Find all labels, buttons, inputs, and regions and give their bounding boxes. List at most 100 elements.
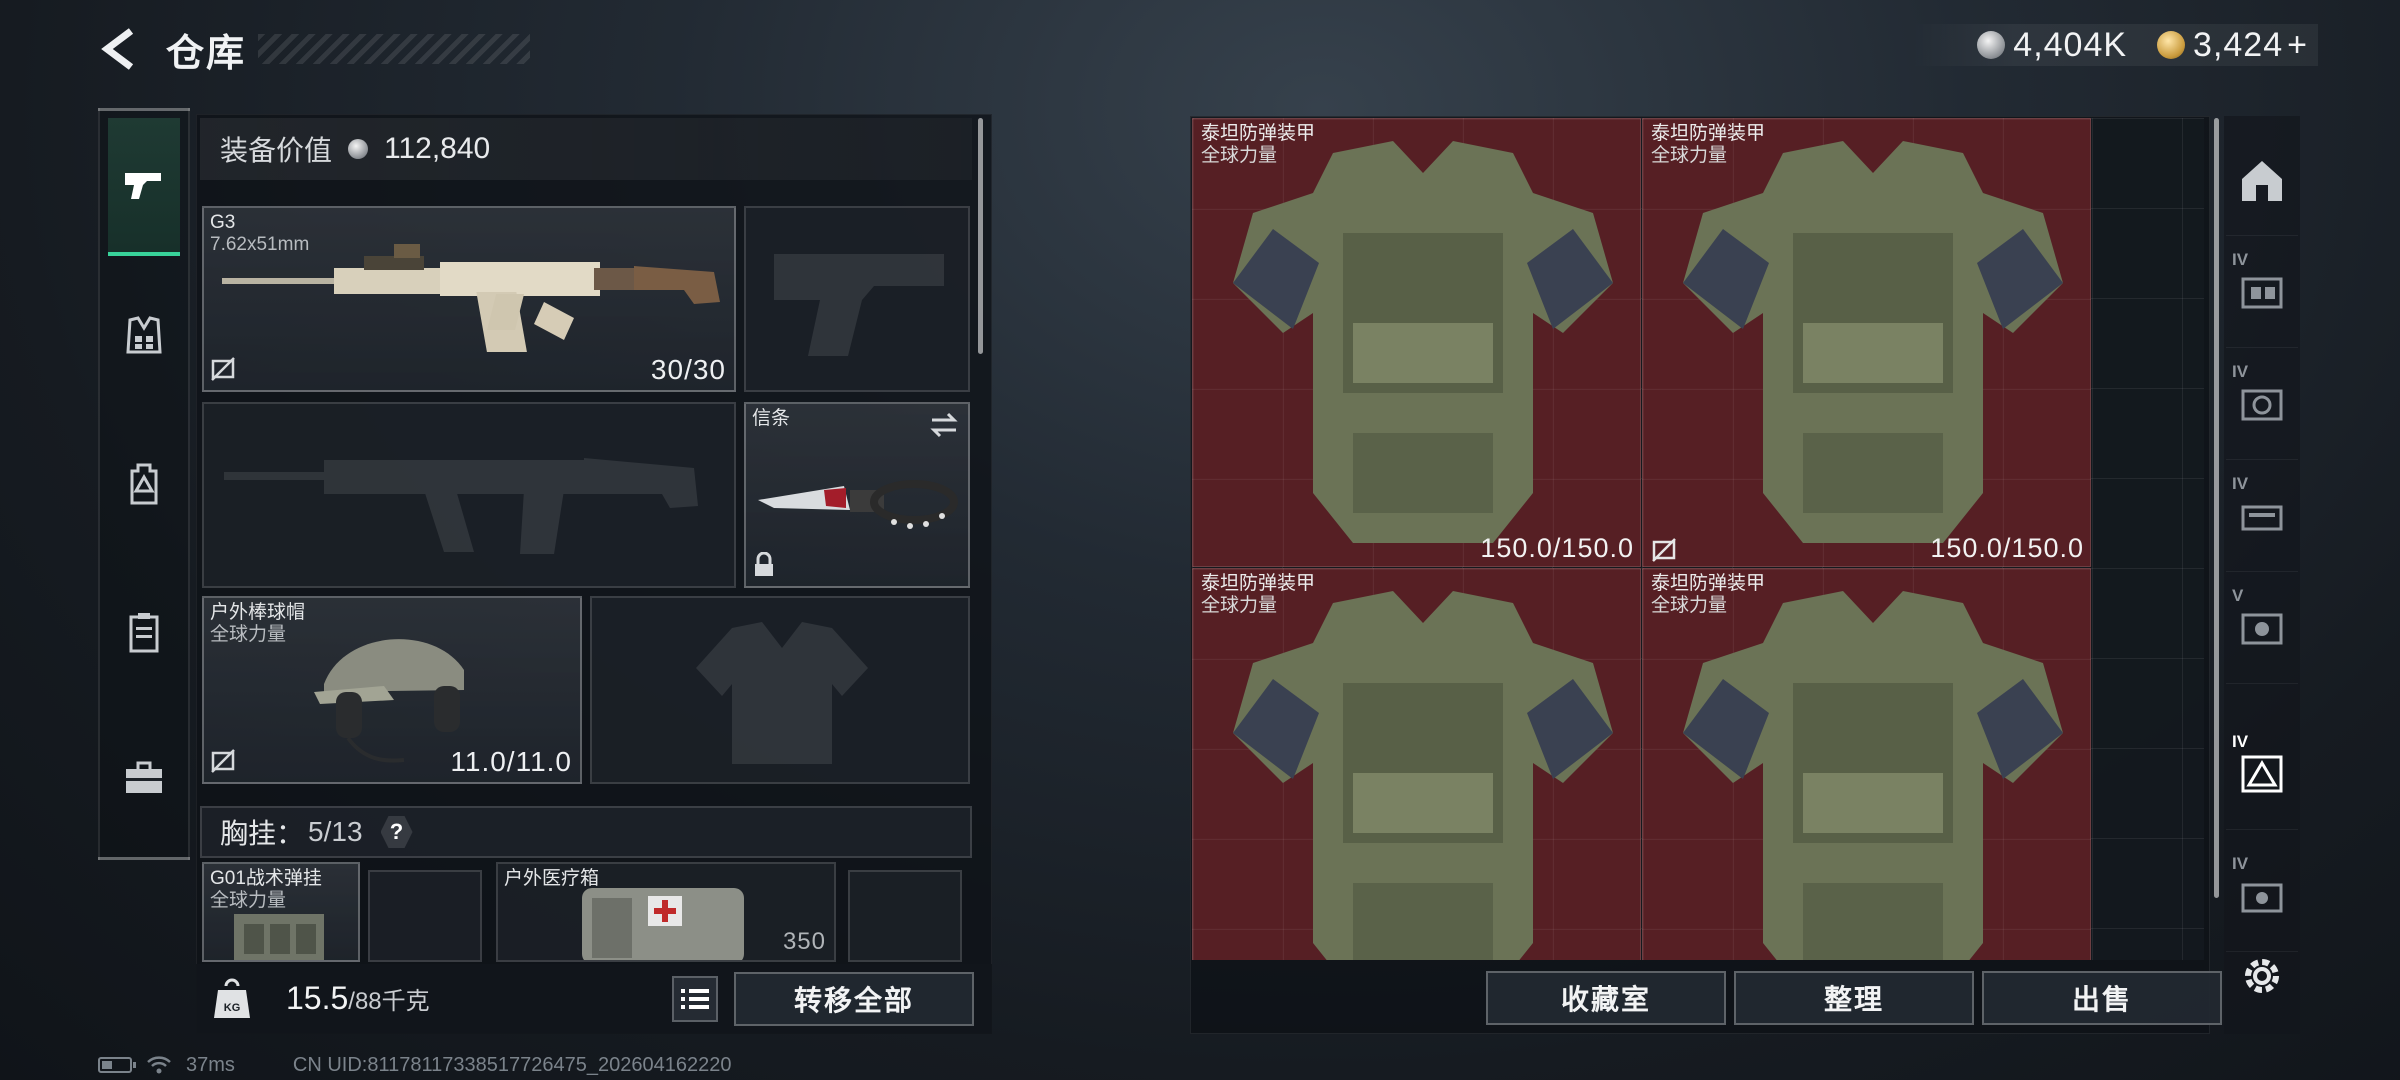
collection-room-button[interactable]: 收藏室: [1486, 971, 1726, 1025]
chest-rig-capacity: 5/13: [308, 816, 363, 847]
item-tag: 全球力量: [1201, 145, 1278, 166]
category-vests[interactable]: [108, 300, 180, 372]
list-view-button[interactable]: [672, 976, 718, 1022]
category-backpacks[interactable]: [108, 448, 180, 520]
medkit-slot[interactable]: 户外医疗箱 350: [496, 862, 836, 962]
help-icon[interactable]: ?: [380, 816, 413, 848]
item-durability: 150.0/150.0: [1480, 533, 1634, 563]
page-title: 仓库: [166, 33, 247, 75]
carry-weight: 15.5/88千克: [286, 980, 430, 1017]
battery-icon: [98, 1057, 136, 1073]
carry-weight-capacity: /88千克: [348, 988, 430, 1015]
storage-item[interactable]: 泰坦防弹装甲 全球力量 150.0/150.0: [1192, 118, 1641, 567]
storage-tier-label: IV: [2232, 362, 2249, 381]
medkit-icon: [582, 888, 744, 960]
storage-item[interactable]: 泰坦防弹装甲 全球力量: [1642, 568, 2091, 960]
chest-rig-label: 胸挂：: [220, 818, 305, 849]
title-decoration: [258, 34, 530, 64]
equipment-scrollbar[interactable]: [978, 118, 983, 354]
back-button[interactable]: [96, 26, 146, 72]
melee-slot[interactable]: 信条: [744, 402, 970, 588]
knife-icon: [758, 480, 958, 529]
primary-weapon-slot[interactable]: G3 7.62x51mm 30/30: [202, 206, 736, 392]
equipment-value-label: 装备价值: [220, 135, 333, 166]
rig-pocket-slot[interactable]: [848, 870, 962, 962]
pistol-placeholder-icon: [774, 254, 944, 356]
storage-tab[interactable]: IV: [2226, 840, 2298, 952]
item-name: 泰坦防弹装甲: [1651, 123, 1766, 144]
silver-coin-icon: [348, 139, 369, 159]
storage-tab-armor[interactable]: IV: [2226, 718, 2298, 830]
storage-scrollbar[interactable]: [2214, 118, 2219, 898]
storage-tab[interactable]: IV: [2226, 460, 2298, 572]
pistol-slot[interactable]: [744, 206, 970, 392]
status-bar: 37ms CN UID:8117811733851772647​5_202604…: [98, 1052, 731, 1078]
equipment-value-header: 装备价值 112,840: [200, 118, 972, 180]
lock-icon: [755, 552, 773, 576]
transfer-all-button[interactable]: 转移全部: [734, 972, 974, 1026]
item-tag: 全球力量: [1651, 145, 1728, 166]
rig-item-name: G01战术弹挂: [210, 868, 322, 889]
helmet-tag: 全球力量: [210, 624, 287, 645]
category-weapons[interactable]: [108, 118, 180, 256]
secondary-weapon-slot[interactable]: [202, 402, 736, 588]
uninsured-icon: [211, 749, 235, 773]
svg-text:KG: KG: [224, 1002, 241, 1014]
currency-bar: 4,404K 3,424 +: [1911, 24, 2318, 66]
storage-tab[interactable]: V: [2226, 572, 2298, 684]
chest-rig-icon: [234, 914, 324, 960]
settings-button[interactable]: [2232, 946, 2292, 1006]
helmet-durability: 11.0/11.0: [450, 746, 572, 777]
storage-tier-icon: [2241, 277, 2283, 308]
storage-item[interactable]: 泰坦防弹装甲 全球力量: [1192, 568, 1641, 960]
weapon-ammo: 30/30: [650, 354, 726, 385]
organize-button[interactable]: 整理: [1734, 971, 1974, 1025]
ping-value: 37ms: [186, 1053, 235, 1076]
gold-coin-icon: [2157, 31, 2186, 59]
item-tag: 全球力量: [1651, 595, 1728, 616]
storage-item[interactable]: 泰坦防弹装甲 全球力量 150.0/150.0: [1642, 118, 2091, 567]
storage-tier-label: IV: [2232, 474, 2249, 493]
storage-tab-home[interactable]: [2226, 124, 2298, 236]
helmet-slot[interactable]: 户外棒球帽 全球力量 11.0/11.0: [202, 596, 582, 784]
case-icon: [129, 613, 159, 653]
storage-tab[interactable]: IV: [2226, 236, 2298, 348]
weight-icon: KG: [214, 978, 250, 1018]
rail-bottom-divider: [98, 857, 190, 860]
item-name: 泰坦防弹装甲: [1651, 573, 1766, 594]
silver-currency: 4,404K: [1977, 26, 2127, 65]
equipment-value: 112,840: [384, 132, 491, 165]
category-toolbox[interactable]: [108, 742, 180, 814]
list-icon: [681, 989, 709, 1009]
swap-icon[interactable]: [928, 412, 960, 438]
item-durability: 150.0/150.0: [1930, 533, 2084, 563]
silver-coin-icon: [1977, 31, 2006, 59]
carry-weight-value: 15.5: [286, 980, 349, 1016]
medkit-count: 350: [782, 928, 826, 955]
item-tag: 全球力量: [1201, 595, 1278, 616]
gold-currency[interactable]: 3,424 +: [2157, 26, 2308, 65]
titan-armor-icon: [1233, 141, 1613, 543]
body-armor-slot[interactable]: [590, 596, 970, 784]
storage-tier-icon: [2241, 613, 2283, 644]
sell-button[interactable]: 出售: [1982, 971, 2222, 1025]
back-arrow-icon: [101, 28, 134, 70]
storage-grid: 泰坦防弹装甲 全球力量 150.0/150.0 泰坦防弹装甲 全球力量 150.…: [1192, 118, 2204, 960]
backpack-icon: [130, 463, 158, 505]
storage-tier-label: V: [2232, 586, 2244, 605]
category-containers[interactable]: [108, 596, 180, 668]
armor-storage-icon: [2241, 755, 2283, 792]
storage-tier-label: IV: [2232, 854, 2249, 873]
helmet-name: 户外棒球帽: [210, 602, 306, 623]
rig-item-slot[interactable]: G01战术弹挂 全球力量: [202, 862, 360, 962]
gear-icon: [2245, 959, 2279, 993]
storage-tier-icon: [2241, 883, 2283, 912]
add-currency-button[interactable]: +: [2287, 26, 2308, 65]
rifle-placeholder-icon: [224, 458, 698, 554]
wifi-icon: [147, 1056, 171, 1074]
home-storage-icon: [2242, 160, 2282, 201]
silver-currency-value: 4,404K: [2013, 25, 2128, 64]
melee-name: 信条: [752, 408, 791, 429]
storage-tab[interactable]: IV: [2226, 348, 2298, 460]
rig-pocket-slot[interactable]: [368, 870, 482, 962]
